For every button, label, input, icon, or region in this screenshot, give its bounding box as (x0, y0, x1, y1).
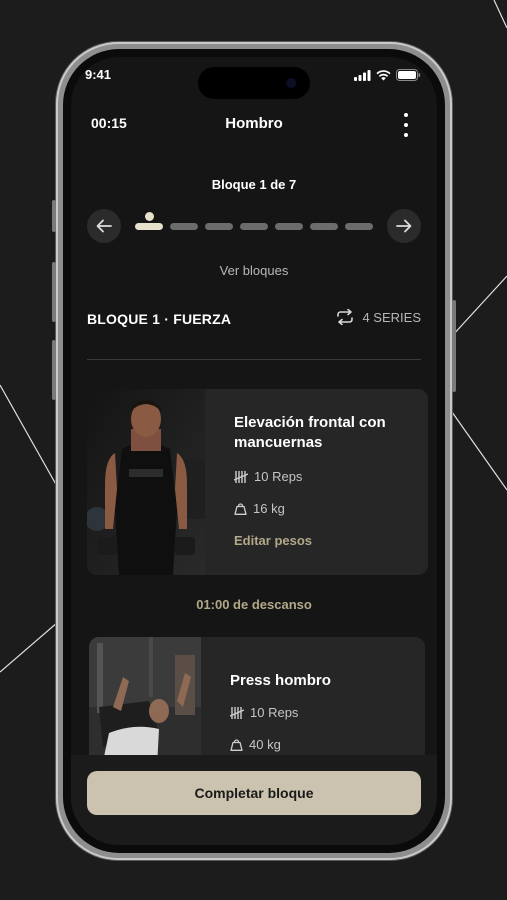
bottom-action-bar: Completar bloque (71, 755, 437, 845)
page-title: Hombro (225, 115, 283, 132)
exercise-name: Press hombro (230, 672, 331, 689)
signal-icon (354, 69, 371, 81)
battery-icon (396, 69, 421, 81)
rest-timer: 01:00 de descanso (196, 597, 312, 612)
progress-segment[interactable] (275, 223, 303, 230)
app-screen: 9:41 00:15 Hombro Bloque 1 de 7 Ver bloq… (71, 57, 437, 845)
wifi-icon (376, 69, 391, 80)
progress-segment[interactable] (310, 223, 338, 230)
reps-label: 10 Reps (254, 469, 303, 484)
more-menu-icon[interactable] (401, 113, 411, 137)
progress-segment[interactable] (345, 223, 373, 230)
dynamic-island (198, 67, 310, 99)
status-icons (354, 69, 421, 81)
progress-segment[interactable] (240, 223, 268, 230)
repeat-icon (337, 309, 354, 325)
series-info: 4 SERIES (336, 309, 421, 325)
current-block-marker (145, 212, 154, 221)
camera-icon (286, 78, 296, 88)
progress-segment[interactable] (170, 223, 198, 230)
side-button-action (52, 200, 56, 232)
divider (87, 359, 421, 360)
exercise-weight: 16 kg (234, 501, 285, 516)
section-title: BLOQUE 1 · FUERZA (87, 311, 232, 327)
arrow-right-icon (396, 219, 412, 233)
side-button-power (452, 300, 456, 392)
side-button-volume-down (52, 340, 56, 400)
arrow-left-icon (96, 219, 112, 233)
exercise-thumbnail (87, 389, 205, 575)
edit-weights-link[interactable]: Editar pesos (234, 533, 312, 548)
exercise-name: Elevación frontal con mancuernas (234, 414, 386, 451)
prev-block-button[interactable] (87, 209, 121, 243)
weight-label: 40 kg (249, 737, 281, 752)
weight-label: 16 kg (253, 501, 285, 516)
status-time: 9:41 (85, 67, 112, 82)
reps-tally-icon (230, 706, 244, 719)
side-button-volume-up (52, 262, 56, 322)
status-bar: 9:41 (71, 57, 437, 99)
exercise-reps: 10 Reps (230, 705, 298, 720)
block-counter: Bloque 1 de 7 (211, 177, 297, 192)
reps-tally-icon (234, 470, 248, 483)
reps-label: 10 Reps (250, 705, 299, 720)
weight-icon (230, 739, 243, 751)
header: 00:15 Hombro (71, 113, 437, 137)
view-blocks-link[interactable]: Ver bloques (71, 263, 437, 278)
exercise-weight: 40 kg (230, 737, 281, 752)
series-label: 4 SERIES (362, 309, 421, 325)
progress-segment[interactable] (135, 223, 163, 230)
exercise-card[interactable]: Elevación frontal con mancuernas 10 Reps… (87, 389, 428, 575)
complete-block-button[interactable]: Completar bloque (87, 771, 421, 815)
progress-segment[interactable] (205, 223, 233, 230)
weight-icon (234, 503, 247, 515)
exercise-reps: 10 Reps (234, 469, 302, 484)
next-block-button[interactable] (387, 209, 421, 243)
